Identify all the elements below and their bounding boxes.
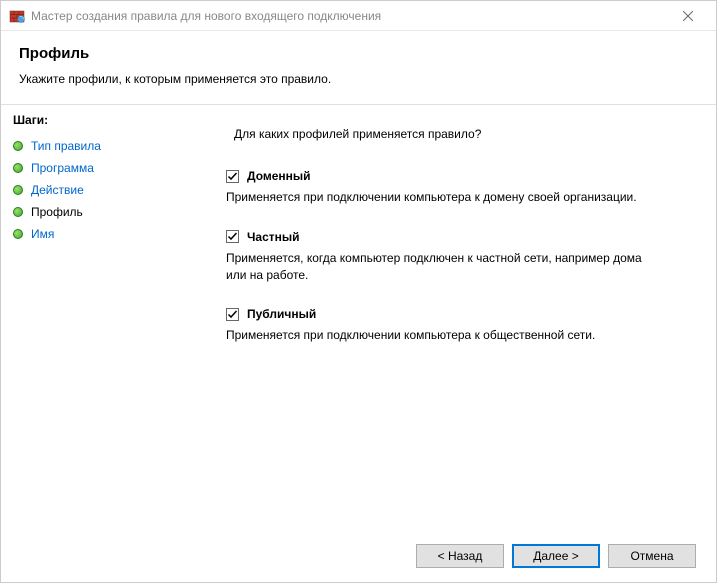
step-bullet-icon xyxy=(13,207,23,217)
profile-label: Доменный xyxy=(247,169,311,183)
titlebar-text: Мастер создания правила для нового входя… xyxy=(31,9,668,23)
header-section: Профиль Укажите профили, к которым приме… xyxy=(1,31,716,104)
step-bullet-icon xyxy=(13,163,23,173)
page-subtitle: Укажите профили, к которым применяется э… xyxy=(19,72,698,86)
step-label: Действие xyxy=(31,183,84,197)
intro-text: Для каких профилей применяется правило? xyxy=(226,127,686,141)
step-bullet-icon xyxy=(13,141,23,151)
checkbox-domain[interactable] xyxy=(226,170,239,183)
step-label: Тип правила xyxy=(31,139,101,153)
step-profile[interactable]: Профиль xyxy=(1,201,196,223)
footer-section: < Назад Далее > Отмена xyxy=(1,530,716,582)
checkmark-icon xyxy=(227,231,238,242)
profile-label: Публичный xyxy=(247,307,316,321)
titlebar: Мастер создания правила для нового входя… xyxy=(1,1,716,31)
step-bullet-icon xyxy=(13,229,23,239)
sidebar-heading: Шаги: xyxy=(1,113,196,135)
step-label: Программа xyxy=(31,161,94,175)
profile-option-public: Публичный Применяется при подключении ко… xyxy=(226,307,686,344)
profile-label: Частный xyxy=(247,230,300,244)
main-content: Для каких профилей применяется правило? … xyxy=(196,105,716,530)
step-program[interactable]: Программа xyxy=(1,157,196,179)
profile-option-domain: Доменный Применяется при подключении ком… xyxy=(226,169,686,206)
step-label: Профиль xyxy=(31,205,83,219)
firewall-icon xyxy=(9,8,25,24)
next-button[interactable]: Далее > xyxy=(512,544,600,568)
step-name[interactable]: Имя xyxy=(1,223,196,245)
back-button[interactable]: < Назад xyxy=(416,544,504,568)
profile-desc: Применяется при подключении компьютера к… xyxy=(226,327,656,344)
body-section: Шаги: Тип правила Программа Действие Про… xyxy=(1,104,716,530)
checkbox-public[interactable] xyxy=(226,308,239,321)
step-action[interactable]: Действие xyxy=(1,179,196,201)
cancel-button[interactable]: Отмена xyxy=(608,544,696,568)
step-rule-type[interactable]: Тип правила xyxy=(1,135,196,157)
step-label: Имя xyxy=(31,227,54,241)
profile-desc: Применяется при подключении компьютера к… xyxy=(226,189,656,206)
checkmark-icon xyxy=(227,309,238,320)
profile-header: Частный xyxy=(226,230,686,244)
close-button[interactable] xyxy=(668,1,708,30)
step-bullet-icon xyxy=(13,185,23,195)
sidebar: Шаги: Тип правила Программа Действие Про… xyxy=(1,105,196,530)
page-title: Профиль xyxy=(19,45,698,62)
profile-desc: Применяется, когда компьютер подключен к… xyxy=(226,250,656,284)
profile-header: Публичный xyxy=(226,307,686,321)
profile-option-private: Частный Применяется, когда компьютер под… xyxy=(226,230,686,284)
checkbox-private[interactable] xyxy=(226,230,239,243)
checkmark-icon xyxy=(227,171,238,182)
close-icon xyxy=(683,11,693,21)
profile-header: Доменный xyxy=(226,169,686,183)
